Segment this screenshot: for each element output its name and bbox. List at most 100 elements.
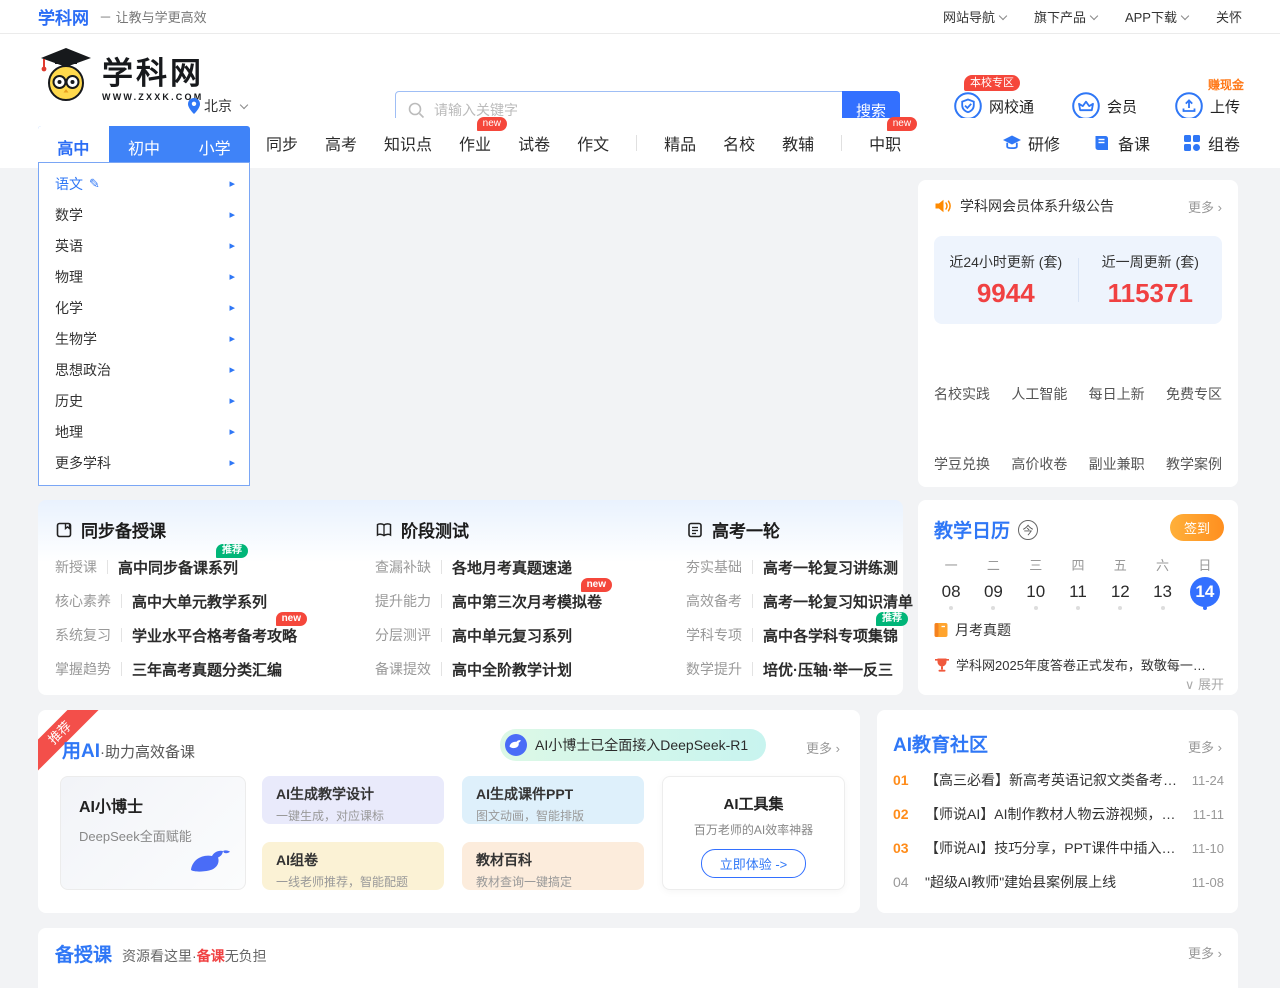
tool-paper-builder[interactable]: 组卷	[1182, 131, 1240, 155]
top-utility-bar: 学科网 － 让教与学更高效 网站导航 旗下产品 APP下载 关怀	[0, 0, 1280, 34]
upload-link[interactable]: 赚现金 上传	[1175, 92, 1240, 120]
resource-link[interactable]: 备课提效 高中全阶教学计划	[375, 652, 602, 686]
calendar-date-active[interactable]: 14	[1190, 577, 1220, 607]
ai-paper-builder-card[interactable]: AI组卷 一线老师推荐，智能配题	[262, 842, 444, 890]
quick-links-row-2: 学豆兑换 高价收卷 副业兼职 教学案例	[934, 454, 1222, 474]
community-title: AI教育社区	[893, 730, 988, 757]
link-teaching-cases[interactable]: 教学案例	[1166, 454, 1222, 474]
wangxiaotong-link[interactable]: 本校专区 网校通	[954, 92, 1034, 120]
document-icon	[686, 521, 704, 539]
resource-link[interactable]: 核心素养 高中大单元教学系列	[55, 584, 297, 618]
subject-biology[interactable]: 生物学▸	[39, 323, 249, 354]
today-icon[interactable]: 今	[1018, 520, 1038, 540]
ai-tools-card: 推荐 用AI ·助力高效备课 AI小博士已全面接入DeepSeek-R1 更多 …	[38, 710, 860, 913]
expand-toggle[interactable]: ∨ 展开	[1185, 674, 1224, 693]
calendar-date[interactable]: 12	[1105, 577, 1135, 607]
ai-cards-row: AI小博士 DeepSeek全面赋能 AI生成教学设计 一键生成，对应课标 AI…	[60, 776, 843, 890]
nav-item-essay[interactable]: 作文	[577, 131, 609, 155]
ai-lesson-design-card[interactable]: AI生成教学设计 一键生成，对应课标	[262, 776, 444, 824]
topbar-logo[interactable]: 学科网	[38, 4, 89, 29]
post-date: 11-11	[1193, 807, 1224, 822]
edit-icon: ✎	[89, 176, 100, 192]
link-bean-exchange[interactable]: 学豆兑换	[934, 454, 990, 474]
calendar-date[interactable]: 11	[1063, 577, 1093, 607]
topbar-link-care[interactable]: 关怀	[1216, 7, 1242, 26]
nav-item-knowledge[interactable]: 知识点	[384, 131, 432, 155]
mortarboard-icon	[1002, 133, 1022, 153]
subject-math[interactable]: 数学▸	[39, 199, 249, 230]
open-book-icon	[375, 521, 393, 539]
subject-chemistry[interactable]: 化学▸	[39, 292, 249, 323]
topbar-tagline: － 让教与学更高效	[99, 7, 207, 26]
resource-link[interactable]: 系统复习 学业水平合格考备考攻略new	[55, 618, 297, 652]
resource-link[interactable]: 夯实基础 高考一轮复习讲练测	[686, 550, 913, 584]
community-post[interactable]: 03 【师说AI】技巧分享，PPT课件中插入透… 11-10	[893, 831, 1224, 865]
textbook-wiki-card[interactable]: 教材百科 教材查询一键搞定	[462, 842, 644, 890]
ai-ppt-card[interactable]: AI生成课件PPT 图文动画，智能排版	[462, 776, 644, 824]
announcement-more[interactable]: 更多 ›	[1188, 197, 1222, 216]
calendar-date[interactable]: 09	[978, 577, 1008, 607]
link-side-job[interactable]: 副业兼职	[1089, 454, 1145, 474]
try-now-button[interactable]: 立即体验 ->	[701, 849, 807, 878]
calendar-date[interactable]: 08	[936, 577, 966, 607]
arrow-right-icon: ▸	[229, 208, 235, 221]
ai-community-card: AI教育社区 更多 › 01 【高三必看】新高考英语记叙文类备考… 11-24 …	[877, 710, 1238, 913]
link-paper-buyback[interactable]: 高价收卷	[1011, 454, 1067, 474]
link-daily-new[interactable]: 每日上新	[1089, 384, 1145, 404]
tool-training[interactable]: 研修	[1002, 131, 1060, 155]
topbar-link-app-download[interactable]: APP下载	[1125, 7, 1188, 26]
resource-link[interactable]: 查漏补缺 各地月考真题速递	[375, 550, 602, 584]
announcement-link[interactable]: 学科网会员体系升级公告	[960, 196, 1180, 216]
subject-english[interactable]: 英语▸	[39, 230, 249, 261]
nav-item-papers[interactable]: 试卷	[518, 131, 550, 155]
topbar-link-site-nav[interactable]: 网站导航	[943, 7, 1006, 26]
subject-chinese[interactable]: 语文✎▸	[39, 168, 249, 199]
nav-item-homework[interactable]: 作业new	[459, 131, 491, 155]
nav-item-gaokao[interactable]: 高考	[325, 131, 357, 155]
ai-doctor-card[interactable]: AI小博士 DeepSeek全面赋能	[60, 776, 246, 890]
subject-history[interactable]: 历史▸	[39, 385, 249, 416]
link-ai[interactable]: 人工智能	[1011, 384, 1067, 404]
nav-item-sync[interactable]: 同步	[266, 131, 298, 155]
calendar-title: 教学日历 今	[934, 516, 1038, 543]
community-post[interactable]: 04 "超级AI教师"建始县案例展上线 11-08	[893, 865, 1224, 899]
resource-link[interactable]: 数学提升 培优·压轴·举一反三	[686, 652, 913, 686]
community-post[interactable]: 02 【师说AI】AI制作教材人物云游视频，详… 11-11	[893, 797, 1224, 831]
arrow-right-icon: ▸	[229, 456, 235, 469]
link-free-zone[interactable]: 免费专区	[1166, 384, 1222, 404]
ai-more-link[interactable]: 更多 ›	[806, 738, 840, 757]
calendar-notice[interactable]: 学科网2025年度答卷正式发布，致敬每一…	[934, 655, 1222, 674]
resource-link[interactable]: 掌握趋势 三年高考真题分类汇编	[55, 652, 297, 686]
city-selector[interactable]: 北京	[188, 96, 247, 116]
nav-item-elite-schools[interactable]: 名校	[723, 131, 755, 155]
subject-more[interactable]: 更多学科▸	[39, 447, 249, 478]
vip-link[interactable]: 会员	[1072, 92, 1137, 120]
community-more-link[interactable]: 更多 ›	[1188, 737, 1222, 756]
resource-link[interactable]: 提升能力 高中第三次月考模拟卷new	[375, 584, 602, 618]
calendar-date[interactable]: 10	[1021, 577, 1051, 607]
deepseek-banner[interactable]: AI小博士已全面接入DeepSeek-R1	[500, 729, 766, 761]
nav-items: 同步 高考 知识点 作业new 试卷 作文 精品 名校 教辅 中职new	[266, 118, 901, 168]
topbar-links: 网站导航 旗下产品 APP下载 关怀	[943, 7, 1242, 26]
calendar-date[interactable]: 13	[1148, 577, 1178, 607]
nav-item-teaching-aids[interactable]: 教辅	[782, 131, 814, 155]
checkin-button[interactable]: 签到	[1170, 514, 1224, 541]
nav-item-premium[interactable]: 精品	[664, 131, 696, 155]
nav-item-vocational[interactable]: 中职new	[869, 131, 901, 155]
resource-link[interactable]: 分层测评 高中单元复习系列	[375, 618, 602, 652]
link-elite-practice[interactable]: 名校实践	[934, 384, 990, 404]
subject-physics[interactable]: 物理▸	[39, 261, 249, 292]
topbar-link-products[interactable]: 旗下产品	[1034, 7, 1097, 26]
community-post[interactable]: 01 【高三必看】新高考英语记叙文类备考… 11-24	[893, 763, 1224, 797]
subject-geography[interactable]: 地理▸	[39, 416, 249, 447]
resource-link[interactable]: 学科专项 高中各学科专项集锦推荐	[686, 618, 913, 652]
subject-politics[interactable]: 思想政治▸	[39, 354, 249, 385]
chevron-down-icon	[1090, 11, 1098, 19]
bottom-more-link[interactable]: 更多 ›	[1188, 943, 1222, 962]
site-logo[interactable]: 学科网 WWW.ZXXK.COM	[38, 46, 204, 102]
calendar-event[interactable]: 月考真题	[934, 620, 1011, 640]
location-pin-icon	[188, 98, 200, 114]
recommend-badge: 推荐	[216, 544, 248, 558]
tool-lesson-prep[interactable]: 备课	[1092, 131, 1150, 155]
resource-link[interactable]: 新授课 高中同步备课系列推荐	[55, 550, 297, 584]
